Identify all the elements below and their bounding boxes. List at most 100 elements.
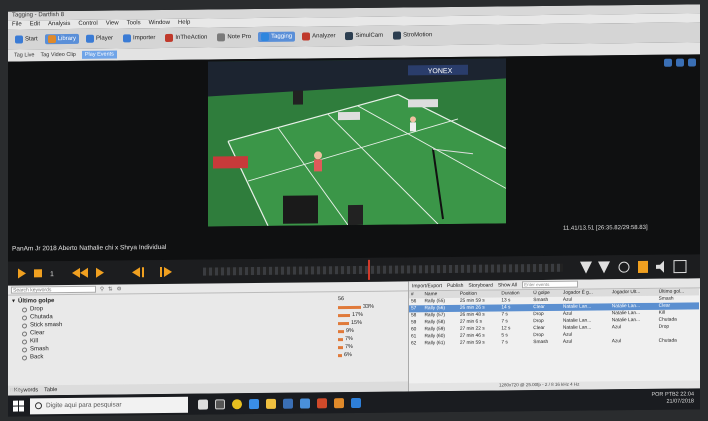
- lock-icon[interactable]: [638, 260, 648, 274]
- keyword-label: Clear: [30, 330, 45, 337]
- app-icon[interactable]: [351, 397, 361, 408]
- module-icon: [15, 35, 23, 44]
- module-button-0[interactable]: Start: [12, 34, 41, 44]
- dartfish-icon[interactable]: [334, 397, 344, 408]
- taskbar-search-placeholder: Digite aqui para pesquisar: [46, 401, 122, 410]
- timecode: 11.41/13.51 [26:35.82/29:58.83]: [563, 224, 648, 232]
- keyword-icon: [22, 338, 27, 344]
- keyword-icon: [22, 306, 27, 312]
- video-tools: [664, 58, 696, 67]
- office-icon[interactable]: [317, 397, 327, 408]
- menu-item-1[interactable]: Edit: [30, 20, 40, 29]
- module-button-4[interactable]: InTheAction: [162, 33, 210, 44]
- menu-item-4[interactable]: View: [106, 19, 119, 28]
- prev-event-icon[interactable]: [132, 267, 140, 278]
- stop-icon[interactable]: [34, 269, 42, 278]
- layout-indicator[interactable]: PTB2: [665, 392, 679, 398]
- timeline-scrubber[interactable]: [203, 263, 563, 276]
- transport-buttons: 1: [18, 266, 172, 279]
- rewind-icon[interactable]: [72, 267, 80, 278]
- event-filter-input[interactable]: Enter events: [522, 280, 579, 289]
- stat-bar: [338, 337, 343, 341]
- keyword-label: Chutada: [30, 314, 53, 321]
- subtool-button-2[interactable]: Play Events: [81, 50, 117, 59]
- table-cell: 7 s: [501, 340, 508, 346]
- keyword-icon: [22, 346, 27, 352]
- mark-out-icon[interactable]: [598, 261, 610, 274]
- module-button-5[interactable]: Note Pro: [214, 32, 254, 42]
- next-event-icon[interactable]: [164, 266, 172, 277]
- module-button-7[interactable]: Analyzer: [299, 31, 338, 41]
- events-panel: Import/Export Publish Storyboard Show Al…: [408, 278, 700, 392]
- edge-icon[interactable]: [249, 398, 259, 409]
- mark-tools: [580, 260, 687, 274]
- store-icon[interactable]: [283, 398, 293, 409]
- module-icon: [165, 33, 174, 42]
- stat-row: 6%: [338, 351, 374, 359]
- stat-bar: [338, 345, 343, 349]
- module-icon: [261, 32, 270, 41]
- menu-item-3[interactable]: Control: [78, 20, 97, 29]
- table-cell: Smash: [533, 339, 549, 346]
- table-cell: Azul: [562, 339, 573, 345]
- forward-icon[interactable]: [96, 267, 104, 278]
- module-button-3[interactable]: Importer: [120, 33, 158, 43]
- module-icon: [393, 31, 402, 40]
- module-button-6[interactable]: Tagging: [258, 31, 296, 43]
- chrome-icon[interactable]: [232, 398, 242, 409]
- settings-icon[interactable]: [688, 58, 696, 67]
- clock-date[interactable]: 21/07/2018: [666, 398, 694, 404]
- sort-icon[interactable]: ⇅: [108, 286, 113, 292]
- fullscreen-icon[interactable]: [676, 58, 684, 67]
- mail-icon[interactable]: [300, 397, 310, 409]
- info-icon[interactable]: [618, 261, 630, 273]
- stat-percent: 9%: [346, 328, 354, 335]
- expand-icon[interactable]: ▾: [12, 298, 15, 306]
- keyword-stats: 56 33% 17% 15% 9% 7% 7% 6%: [338, 295, 374, 359]
- menu-item-5[interactable]: Tools: [127, 19, 141, 28]
- view-icon[interactable]: [664, 58, 672, 67]
- storyboard-button[interactable]: Storyboard: [468, 282, 492, 288]
- search-icon[interactable]: ⚲: [100, 286, 104, 292]
- monitor-screen: Tagging - Dartfish 8 File Edit Analysis Con…: [8, 4, 700, 417]
- stat-percent: 6%: [344, 352, 352, 359]
- module-button-1[interactable]: Library: [44, 33, 80, 45]
- subtool-button-0[interactable]: Tag Live: [14, 52, 35, 58]
- video-caption: PanAm Jr 2018 Aberto Nathalie chi x Shry…: [12, 243, 167, 253]
- menu-item-6[interactable]: Window: [149, 19, 170, 28]
- cortana-icon: [35, 402, 42, 410]
- module-icon: [86, 34, 95, 43]
- microphone-icon[interactable]: [198, 399, 208, 410]
- taskbar-search-input[interactable]: Digite aqui para pesquisar: [30, 396, 188, 414]
- stat-bar: [338, 353, 342, 357]
- events-table: # Name Position Duration Ú golpe Jogador É g.…: [409, 288, 699, 347]
- filter-icon[interactable]: ⚙: [117, 286, 122, 292]
- keyword-search-input[interactable]: Search keywords: [11, 285, 96, 294]
- module-button-9[interactable]: StroMotion: [390, 30, 435, 40]
- play-icon[interactable]: [18, 268, 26, 279]
- menu-item-0[interactable]: File: [12, 20, 22, 29]
- keyword-icon: [22, 354, 27, 360]
- show-all-button[interactable]: Show All: [498, 282, 517, 288]
- menu-item-2[interactable]: Analysis: [48, 20, 70, 29]
- volume-icon[interactable]: [656, 260, 664, 273]
- file-explorer-icon[interactable]: [266, 398, 276, 409]
- task-view-icon[interactable]: [215, 398, 225, 409]
- playhead-marker[interactable]: [368, 259, 370, 280]
- clock-time[interactable]: 22:04: [680, 391, 694, 397]
- stat-bar: [338, 329, 344, 333]
- publish-button[interactable]: Publish: [447, 282, 463, 288]
- menu-item-7[interactable]: Help: [178, 19, 190, 28]
- left-tab-1[interactable]: Table: [44, 387, 57, 393]
- table-cell: Azul: [611, 339, 622, 345]
- language-indicator[interactable]: POR: [651, 392, 663, 398]
- module-icon: [345, 32, 354, 41]
- subtool-button-1[interactable]: Tag Video Clip: [41, 52, 76, 58]
- import-export-button[interactable]: Import/Export: [412, 283, 442, 289]
- mark-in-icon[interactable]: [580, 261, 592, 274]
- expand-icon[interactable]: [673, 260, 687, 274]
- start-button[interactable]: [8, 395, 30, 416]
- module-button-8[interactable]: SimulCam: [342, 31, 386, 41]
- module-button-2[interactable]: Player: [83, 33, 116, 43]
- badminton-court-video[interactable]: YONEX: [208, 58, 506, 227]
